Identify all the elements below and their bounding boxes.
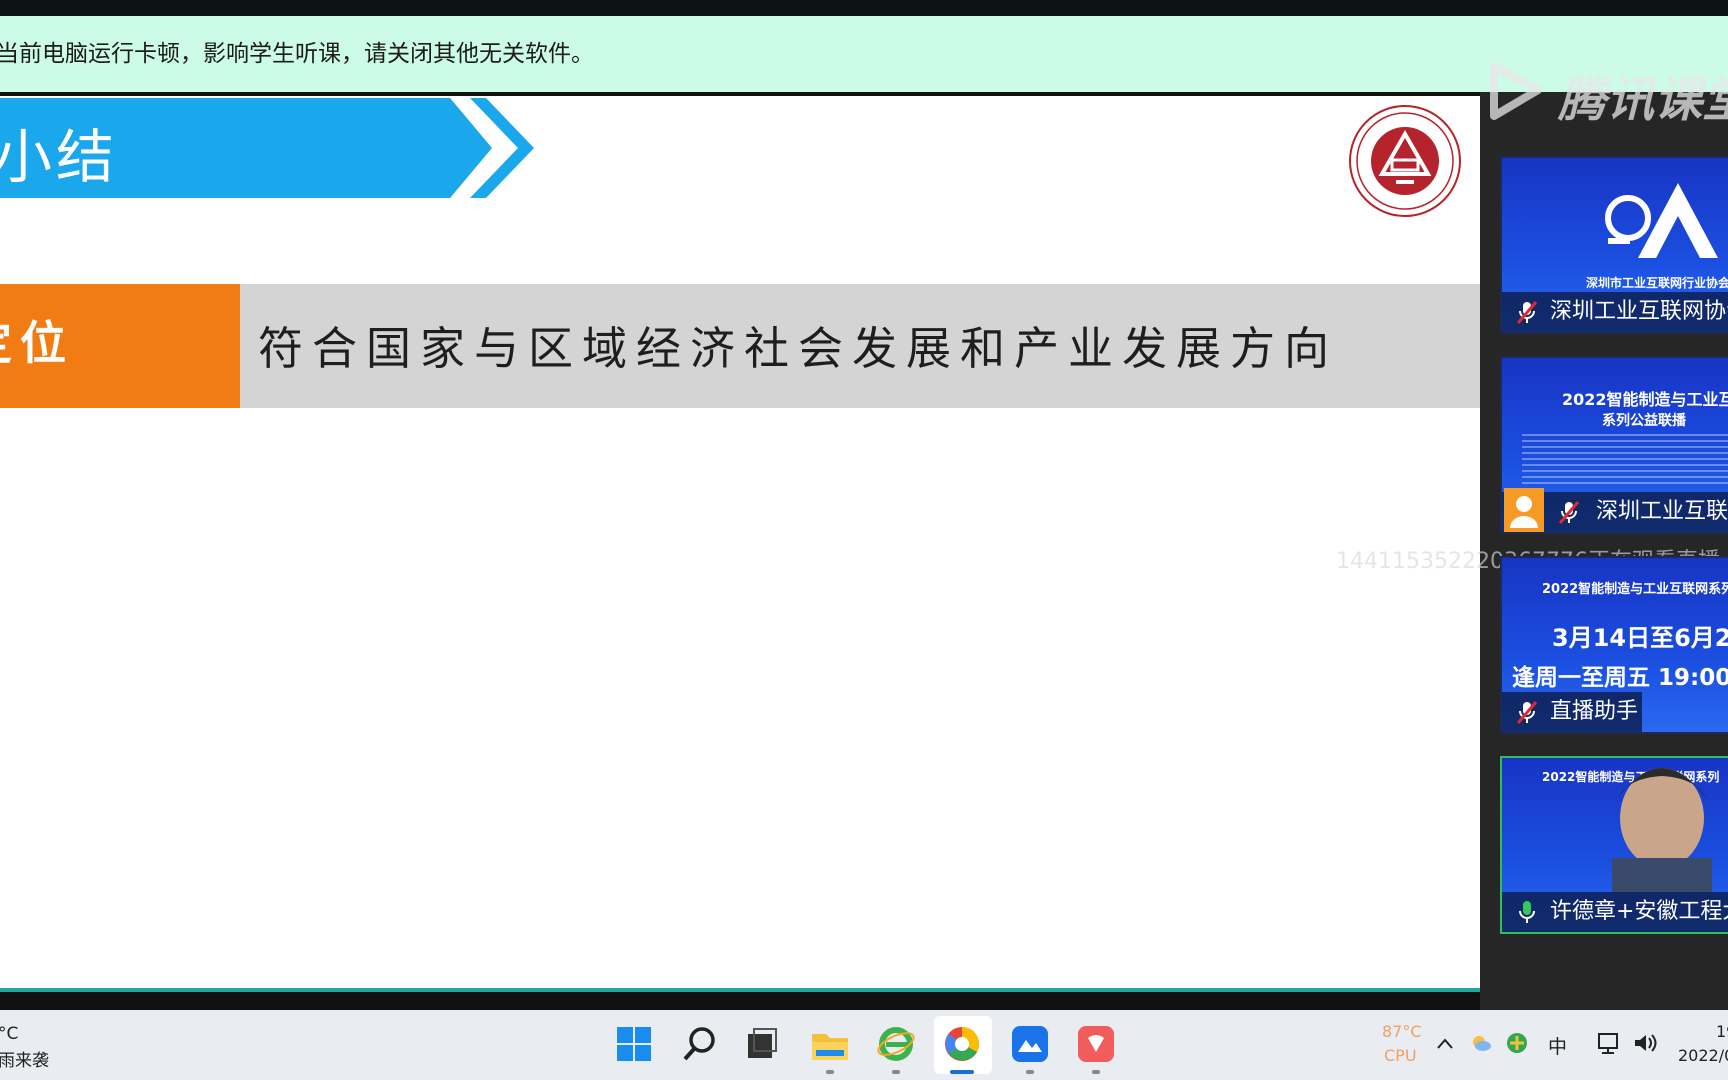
slide-bottom-divider [0,988,1480,992]
participant-name-2: 深圳工业互联网 [1596,499,1728,524]
running-indicator [1092,1070,1100,1074]
search-icon[interactable] [680,1024,720,1064]
banner-fine-print [1522,434,1728,484]
play-logo-icon [1490,62,1542,120]
cpu-temp[interactable]: 87°C [1382,1022,1422,1041]
weather-tray-icon[interactable] [1470,1032,1492,1054]
participant-banner-3: 2022智能制造与工业互联网系列 [1542,582,1728,597]
network-icon[interactable] [1596,1030,1622,1056]
band-label-box: 定位 [0,284,240,408]
window-top-bar [0,0,1728,16]
clock-date[interactable]: 2022/0 [1678,1046,1728,1065]
cpu-label[interactable]: CPU [1384,1046,1417,1065]
mic-muted-icon [1516,301,1538,324]
participant-name-3: 直播助手 [1550,699,1639,724]
participant-banner-2-sub: 系列公益联播 [1602,413,1686,429]
slide-title: 小结 [0,123,119,191]
band-label: 定位 [0,316,74,370]
participant-caption-4: 许德章+安徽工程大学 [1502,892,1728,932]
university-emblem-icon [1349,105,1461,217]
tencent-classroom-logo: 腾讯课堂 [1478,56,1728,128]
browser-colorwheel-icon[interactable] [942,1024,982,1064]
series-schedule: 逢周一至周五 19:00 [1512,665,1728,691]
weather-temp[interactable]: °C [0,1024,18,1044]
speaker-video-feed [1612,768,1712,892]
running-indicator [892,1070,900,1074]
file-explorer-icon[interactable] [810,1024,850,1064]
windows-start-icon[interactable] [614,1024,654,1064]
clock-time[interactable]: 19 [1716,1022,1728,1041]
tencent-meeting-icon[interactable] [1010,1024,1050,1064]
running-indicator [826,1070,834,1074]
participant-caption-2: 深圳工业互联网 [1502,488,1728,532]
brand-text: 腾讯课堂 [1558,72,1728,128]
active-indicator [950,1070,974,1074]
presenter-avatar-icon [1504,488,1544,532]
participant-name-1: 深圳工业互联网协会 [1550,299,1728,324]
performance-warning-banner: 当前电脑运行卡顿，影响学生听课，请关闭其他无关软件。 [0,16,1728,92]
participant-caption-3: 直播助手 [1502,692,1642,732]
mic-active-icon [1519,901,1535,923]
mic-muted-icon [1558,501,1580,524]
association-logo-icon [1605,183,1718,258]
volume-icon[interactable] [1632,1030,1658,1056]
windows-taskbar: °C 雨来袭 87°C CPU 中 1 2022/ [0,1010,1728,1080]
definition-band: 定位 符合国家与区域经济社会发展和产业发展方向 [0,284,1480,408]
running-indicator [1026,1070,1034,1074]
series-date-range: 3月14日至6月24 [1552,624,1728,652]
security-shield-icon[interactable] [1506,1032,1528,1054]
participant-banner-2: 2022智能制造与工业互联网 [1562,390,1728,409]
mic-muted-icon [1516,701,1538,724]
red-app-icon[interactable] [1076,1024,1116,1064]
ime-indicator[interactable]: 中 [1548,1032,1567,1059]
participant-caption-1: 深圳工业互联网协会 [1502,292,1728,332]
participant-tile-3[interactable]: 2022智能制造与工业互联网系列 3月14日至6月24 逢周一至周五 19:00… [1500,556,1728,734]
participant-tile-4[interactable]: 2022智能制造与工业互联网系列 许德章+安徽工程大学 [1500,756,1728,934]
participant-name-4: 许德章+安徽工程大学 [1550,899,1728,924]
performance-warning-text: 当前电脑运行卡顿，影响学生听课，请关闭其他无关软件。 [0,41,594,67]
weather-desc[interactable]: 雨来袭 [0,1046,49,1071]
task-view-icon[interactable] [742,1024,782,1064]
participant-tile-1[interactable]: 深圳市工业互联网行业协会 深圳工业互联网协会 [1500,156,1728,334]
participant-banner-1: 深圳市工业互联网行业协会 [1586,276,1728,290]
chevron-up-icon[interactable] [1436,1036,1454,1050]
band-text: 符合国家与区域经济社会发展和产业发展方向 [258,322,1339,375]
ie-browser-icon[interactable] [876,1024,916,1064]
presentation-slide: 小结 定位 符合国家与区域经济社会发展和产业发展方向 [0,96,1480,992]
participant-tile-2[interactable]: 2022智能制造与工业互联网 系列公益联播 深圳工业互联网 [1500,356,1728,534]
